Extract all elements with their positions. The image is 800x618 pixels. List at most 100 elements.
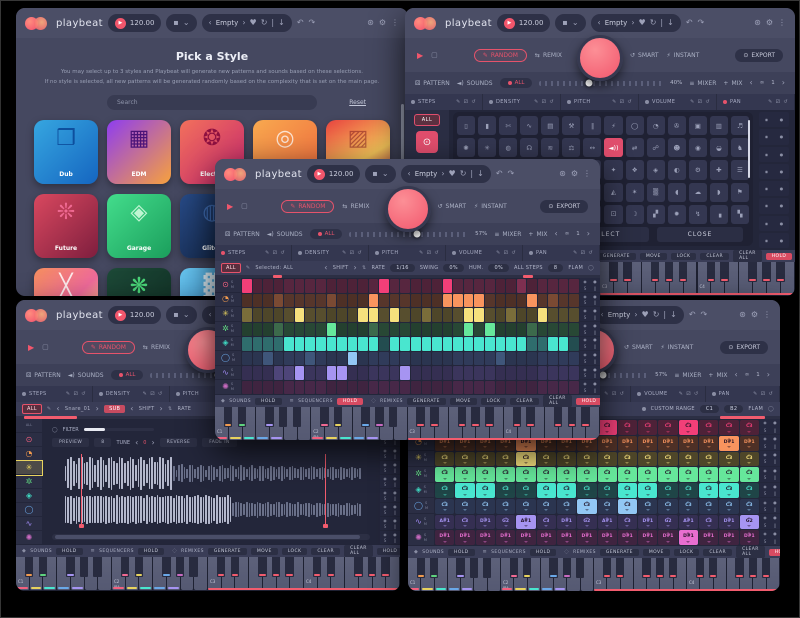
- pause-icon[interactable]: ‖: [594, 315, 596, 320]
- note-cell[interactable]: C3: [719, 483, 738, 498]
- step-cell[interactable]: [569, 381, 579, 395]
- pitch-up-icon[interactable]: [605, 422, 609, 424]
- pitch-down-icon[interactable]: [646, 525, 650, 527]
- pitch-up-icon[interactable]: [504, 501, 508, 503]
- note-cell[interactable]: C3: [618, 483, 637, 498]
- param-tab-pan[interactable]: PAN✎⚂↺: [706, 386, 780, 402]
- pitch-down-icon[interactable]: [585, 462, 589, 464]
- step-cell[interactable]: [538, 279, 548, 293]
- step-cell[interactable]: [569, 279, 579, 293]
- pitch-up-icon[interactable]: [625, 485, 629, 487]
- headphone-icon[interactable]: ◉: [765, 117, 769, 122]
- pitch-down-icon[interactable]: [443, 494, 447, 496]
- track-button-hihat-open[interactable]: ✲SM: [408, 467, 434, 483]
- pitch-up-icon[interactable]: [686, 454, 690, 456]
- step-cell[interactable]: [496, 366, 506, 380]
- pitch-down-icon[interactable]: [747, 525, 751, 527]
- sample-icon[interactable]: ◭: [604, 183, 622, 202]
- step-cell[interactable]: [242, 366, 252, 380]
- step-cell[interactable]: [390, 381, 400, 395]
- black-key[interactable]: [162, 557, 171, 577]
- pitch-up-icon[interactable]: [483, 532, 487, 534]
- pitch-down-icon[interactable]: [443, 541, 447, 543]
- step-cell[interactable]: [411, 308, 421, 322]
- headphone-icon[interactable]: ◉: [765, 238, 769, 243]
- note-cell[interactable]: C3: [537, 452, 556, 467]
- pause-icon[interactable]: ‖: [774, 444, 776, 449]
- play-icon[interactable]: ▶: [115, 310, 126, 321]
- pitch-down-icon[interactable]: [686, 541, 690, 543]
- black-key[interactable]: [25, 557, 34, 577]
- step-cell[interactable]: [305, 352, 315, 366]
- smart-button[interactable]: ↺SMART: [624, 344, 653, 351]
- sounds-toggle[interactable]: ◄)SOUNDS: [68, 372, 104, 379]
- step-cell[interactable]: [284, 294, 294, 308]
- instant-button[interactable]: ⚡INSTANT: [661, 344, 694, 351]
- step-cell[interactable]: [517, 323, 527, 337]
- pitch-down-icon[interactable]: [483, 541, 487, 543]
- dot-icon[interactable]: ●: [593, 337, 597, 342]
- step-cell[interactable]: [327, 352, 337, 366]
- black-key[interactable]: [66, 557, 75, 577]
- pitch-up-icon[interactable]: [646, 532, 650, 534]
- knob-icon[interactable]: ◯: [52, 427, 58, 433]
- all-tracks-button[interactable]: ALL: [16, 419, 42, 433]
- export-button[interactable]: ⊙EXPORT: [720, 341, 768, 354]
- solo-button[interactable]: S: [764, 539, 767, 544]
- step-cell[interactable]: [295, 381, 305, 395]
- pitch-down-icon[interactable]: [666, 509, 670, 511]
- pitch-down-icon[interactable]: [646, 446, 650, 448]
- step-cell[interactable]: [379, 308, 389, 322]
- sample-icon[interactable]: ✇: [668, 116, 686, 135]
- step-cell[interactable]: [327, 294, 337, 308]
- sample-icon[interactable]: ◄)): [604, 138, 622, 157]
- pitch-up-icon[interactable]: [443, 469, 447, 471]
- pitch-down-icon[interactable]: [707, 478, 711, 480]
- pitch-up-icon[interactable]: [544, 485, 548, 487]
- black-key[interactable]: [581, 407, 590, 427]
- pitch-down-icon[interactable]: [707, 462, 711, 464]
- headphone-icon[interactable]: ◉: [763, 531, 767, 536]
- note-cell[interactable]: C3: [740, 452, 759, 467]
- save-icon[interactable]: ↓: [670, 311, 677, 319]
- step-cell[interactable]: [305, 308, 315, 322]
- step-cell[interactable]: [263, 337, 273, 351]
- pitch-down-icon[interactable]: [666, 494, 670, 496]
- headphone-icon[interactable]: ◉: [583, 381, 587, 386]
- play-button[interactable]: ▶: [28, 343, 34, 352]
- pitch-up-icon[interactable]: [504, 517, 508, 519]
- lock-button[interactable]: LOCK: [282, 548, 308, 555]
- pitch-up-icon[interactable]: [504, 454, 508, 456]
- clear-button[interactable]: CLEAR: [700, 253, 729, 260]
- pitch-down-icon[interactable]: [524, 525, 528, 527]
- pause-icon[interactable]: ‖: [394, 510, 396, 515]
- sequencers-hold-button[interactable]: HOLD: [337, 398, 364, 405]
- pitch-up-icon[interactable]: [686, 438, 690, 440]
- dot-icon[interactable]: ●: [593, 381, 597, 386]
- prev-preset-button[interactable]: ‹: [209, 311, 212, 319]
- pitch-down-icon[interactable]: [544, 541, 548, 543]
- menu-kebab-icon[interactable]: ⋮: [763, 311, 771, 319]
- pitch-up-icon[interactable]: [585, 454, 589, 456]
- step-cell[interactable]: [316, 308, 326, 322]
- step-cell[interactable]: [485, 323, 495, 337]
- black-key[interactable]: [265, 407, 274, 427]
- step-cell[interactable]: [422, 294, 432, 308]
- pitch-up-icon[interactable]: [443, 532, 447, 534]
- play-button[interactable]: ▶: [417, 51, 423, 60]
- pitch-up-icon[interactable]: [544, 454, 548, 456]
- step-cell[interactable]: [464, 323, 474, 337]
- solo-button[interactable]: S: [584, 359, 587, 364]
- dot-icon[interactable]: ●: [780, 221, 784, 226]
- param-tab-density[interactable]: DENSITY✎⚂↺: [292, 245, 369, 261]
- pitch-up-icon[interactable]: [524, 501, 528, 503]
- step-cell[interactable]: [464, 381, 474, 395]
- play-icon[interactable]: ▶: [314, 169, 325, 180]
- sample-icon[interactable]: ▗: [710, 205, 728, 224]
- pause-icon[interactable]: ‖: [594, 344, 596, 349]
- sample-icon[interactable]: ◐: [668, 160, 686, 179]
- pause-icon[interactable]: ‖: [394, 538, 396, 543]
- pitch-up-icon[interactable]: [504, 532, 508, 534]
- pitch-down-icon[interactable]: [727, 446, 731, 448]
- pitch-up-icon[interactable]: [707, 517, 711, 519]
